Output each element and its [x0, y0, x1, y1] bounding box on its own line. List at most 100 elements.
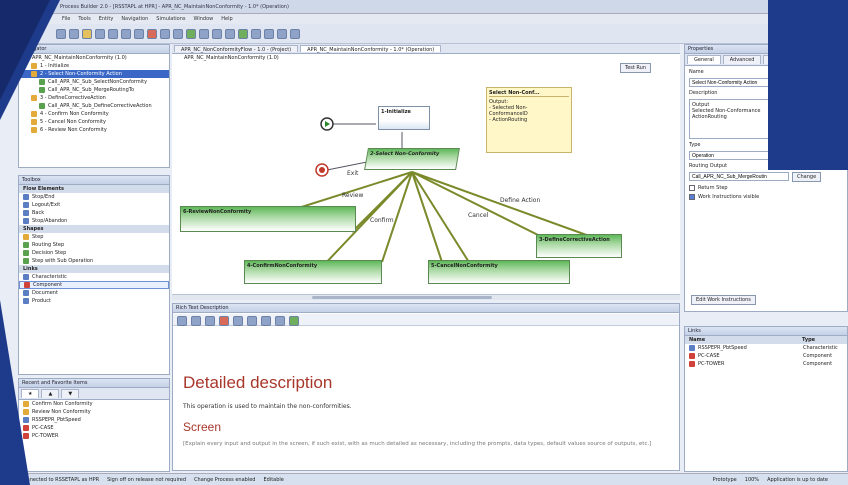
tree-item[interactable]: 6 - Review Non Conformity — [19, 126, 169, 134]
tree-item[interactable]: 3 - DefineCorrectiveAction — [19, 94, 169, 102]
align-center-icon[interactable] — [247, 316, 257, 326]
image-icon[interactable] — [289, 316, 299, 326]
tree-item[interactable]: APR_NC_MaintainNonConformity (1.0) — [19, 54, 169, 62]
open-icon[interactable] — [69, 28, 79, 39]
favorite-item[interactable]: PC-TOWER — [19, 432, 169, 440]
canvas-scrollbar[interactable] — [172, 294, 680, 300]
node-review[interactable]: 6-ReviewNonConformity — [180, 206, 356, 232]
fit-icon[interactable] — [225, 28, 235, 39]
toolbox-item[interactable]: Stop/End — [19, 193, 169, 201]
toolbox-group-flow[interactable]: Flow Elements — [19, 185, 169, 193]
test-run-button[interactable]: Test Run — [620, 63, 652, 73]
tree-item[interactable]: Call_APR_NC_Sub_DefineCorrectiveAction — [19, 102, 169, 110]
tab-recent-icon[interactable]: ★ — [21, 389, 40, 398]
tab-ext[interactable]: Ext — [763, 55, 786, 64]
node-select-nonconformity[interactable]: 2-Select Non-Conformity — [364, 148, 460, 170]
scrollbar-thumb[interactable] — [312, 296, 492, 299]
node-define-action[interactable]: 3-DefineCorrectiveAction — [536, 234, 622, 258]
toolbox-item[interactable]: Document — [19, 289, 169, 297]
node-cancel[interactable]: 5-CancelNonConformity — [428, 260, 570, 284]
help-icon[interactable] — [290, 28, 300, 39]
routing-field[interactable] — [689, 172, 789, 181]
tab-advanced[interactable]: Advanced — [722, 55, 762, 64]
toolbox-item[interactable]: Stop/Abandon — [19, 217, 169, 225]
italic-icon[interactable] — [191, 316, 201, 326]
tree-item[interactable]: 5 - Cancel Non Conformity — [19, 118, 169, 126]
favorite-item[interactable]: RSSPEPR_PbtSpeed — [19, 416, 169, 424]
font-color-icon[interactable] — [219, 316, 229, 326]
table-icon[interactable] — [275, 316, 285, 326]
type-field[interactable] — [689, 151, 843, 160]
menu-help[interactable]: Help — [221, 16, 232, 22]
name-field[interactable] — [689, 78, 843, 87]
tree-item[interactable]: 4 - Confirm Non Conformity — [19, 110, 169, 118]
search-icon[interactable] — [277, 28, 287, 39]
routing-label: Routing Output — [689, 163, 728, 169]
node-confirm[interactable]: 4-ConfirmNonConformity — [244, 260, 382, 284]
undo-icon[interactable] — [160, 28, 170, 39]
save-icon[interactable] — [82, 28, 92, 39]
toolbox-item-selected[interactable]: Component — [19, 281, 169, 289]
tree-item[interactable]: 1 - Initialize — [19, 62, 169, 70]
table-row[interactable]: RSSPEPR_PbtSpeed Characteristic — [685, 344, 847, 352]
underline-icon[interactable] — [205, 316, 215, 326]
tab-general[interactable]: General — [687, 55, 721, 64]
bold-icon[interactable] — [177, 316, 187, 326]
toolbox-item[interactable]: Product — [19, 297, 169, 305]
tree-item[interactable]: Call_APR_NC_Sub_MergeRoutingTo — [19, 86, 169, 94]
paste-icon[interactable] — [134, 28, 144, 39]
print-icon[interactable] — [95, 28, 105, 39]
link-icon[interactable] — [264, 28, 274, 39]
favorite-item[interactable]: PC-CASE — [19, 424, 169, 432]
node-initialize[interactable]: 1-Initialize — [378, 106, 430, 130]
cut-icon[interactable] — [108, 28, 118, 39]
favorite-item[interactable]: Confirm Non Conformity — [19, 400, 169, 408]
menu-entity[interactable]: Entity — [99, 16, 114, 22]
table-row[interactable]: PC-CASE Component — [685, 352, 847, 360]
edit-work-instructions-button[interactable]: Edit Work Instructions — [691, 295, 756, 305]
note-popup[interactable]: Select Non-Conf... Output: - Selected No… — [486, 87, 572, 153]
toolbox-item[interactable]: Logout/Exit — [19, 201, 169, 209]
toolbox-item[interactable]: Characteristic — [19, 273, 169, 281]
redo-icon[interactable] — [173, 28, 183, 39]
tab-components-icon[interactable]: ▼ — [61, 389, 80, 398]
menu-window[interactable]: Window — [194, 16, 214, 22]
new-icon[interactable] — [56, 28, 66, 39]
define-link[interactable] — [411, 171, 593, 238]
run-icon[interactable] — [186, 28, 196, 39]
tree-item[interactable]: Call_APR_NC_Sub_SelectNonConformity — [19, 78, 169, 86]
menu-tools[interactable]: Tools — [78, 16, 90, 22]
toolbox-item[interactable]: Routing Step — [19, 241, 169, 249]
exit-link[interactable] — [326, 161, 368, 171]
work-instructions-checkbox[interactable] — [689, 194, 695, 200]
layout-icon[interactable] — [251, 28, 261, 39]
toolbox-item[interactable]: Step with Sub Operation — [19, 257, 169, 265]
menu-file[interactable]: File — [62, 16, 70, 22]
toolbox-group-links[interactable]: Links — [19, 265, 169, 273]
delete-icon[interactable] — [147, 28, 157, 39]
favorite-item[interactable]: Review Non Conformity — [19, 408, 169, 416]
return-step-checkbox[interactable] — [689, 185, 695, 191]
tab-steps-icon[interactable]: ▲ — [41, 389, 60, 398]
table-row[interactable]: PC-TOWER Component — [685, 360, 847, 368]
tab-operation[interactable]: APR_NC_MaintainNonConformity - 1.0* (Ope… — [300, 45, 442, 53]
description-field[interactable]: Output Selected Non-Conformance ActionRo… — [689, 99, 843, 139]
toolbox-group-shapes[interactable]: Shapes — [19, 225, 169, 233]
work-instructions-label: Work Instructions visible — [698, 194, 760, 200]
bullets-icon[interactable] — [261, 316, 271, 326]
toolbox-item[interactable]: Decision Step — [19, 249, 169, 257]
copy-icon[interactable] — [121, 28, 131, 39]
change-button[interactable]: Change — [792, 172, 822, 182]
tab-project[interactable]: APR_NC_NonConformityFlow - 1.0 - (Projec… — [174, 45, 299, 53]
menu-simulations[interactable]: Simulations — [156, 16, 185, 22]
tree-item-selected[interactable]: 2 - Select Non-Conformity Action — [19, 70, 169, 78]
toolbox-item[interactable]: Step — [19, 233, 169, 241]
zoom-out-icon[interactable] — [212, 28, 222, 39]
diagram-canvas[interactable]: Exit Review Confirm Cancel Define Action… — [172, 62, 680, 294]
menu-navigation[interactable]: Navigation — [121, 16, 148, 22]
toolbox-item[interactable]: Back — [19, 209, 169, 217]
validate-icon[interactable] — [238, 28, 248, 39]
zoom-in-icon[interactable] — [199, 28, 209, 39]
align-left-icon[interactable] — [233, 316, 243, 326]
col-name: Name — [689, 337, 706, 343]
